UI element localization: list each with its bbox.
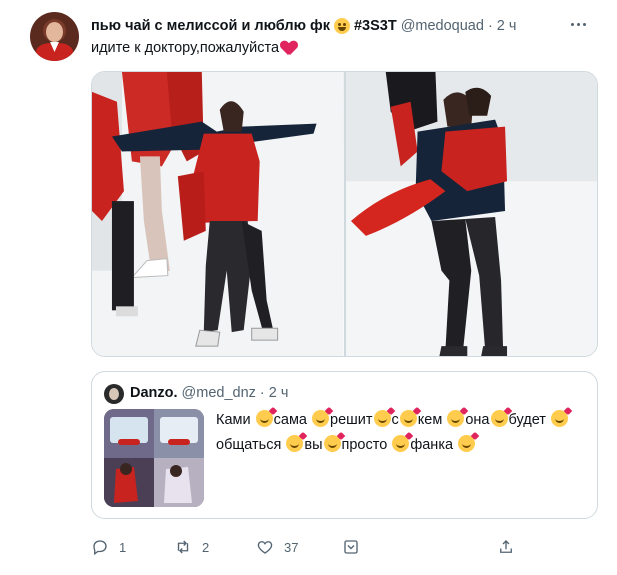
quoted-word: решит: [330, 412, 373, 428]
quoted-header: Danzo. @med_dnz · 2 ч: [130, 385, 288, 401]
retweet-icon: [177, 540, 189, 554]
quoted-word: вы: [304, 437, 323, 453]
smiling-face-with-hearts-emoji-icon: [392, 435, 410, 452]
reply-count: 1: [119, 539, 127, 555]
quoted-word: с: [391, 412, 399, 428]
quoted-media-thumbnail: [104, 409, 204, 507]
like-button[interactable]: 37: [256, 536, 298, 558]
tweet: пью чай с мелиссой и люблю фк #3S3T @med…: [0, 0, 617, 575]
smiling-face-with-hearts-emoji-icon: [550, 410, 568, 427]
retweet-button[interactable]: 2: [174, 536, 209, 558]
smiling-face-with-hearts-emoji-icon: [323, 435, 341, 452]
heart-icon: [257, 541, 273, 554]
media-photo-1[interactable]: [92, 72, 344, 356]
author-name[interactable]: пью чай с мелиссой и люблю фк: [91, 18, 330, 34]
quoted-word: она: [465, 412, 490, 428]
quoted-word: фанка: [410, 437, 454, 453]
red-heart-emoji-icon: [281, 41, 297, 56]
author-avatar[interactable]: [30, 12, 79, 61]
smiling-face-with-hearts-emoji-icon: [255, 410, 273, 427]
quoted-tweet[interactable]: Danzo. @med_dnz · 2 ч Ками сама решит с …: [91, 371, 598, 519]
quoted-word: кем: [417, 412, 443, 428]
quoted-word: будет: [508, 412, 546, 428]
tweet-actions: 1 2 37: [91, 536, 531, 558]
smiling-face-with-hearts-emoji-icon: [373, 410, 391, 427]
quoted-word: Ками: [216, 412, 251, 428]
header-separator: ·: [487, 18, 493, 34]
bookmark-icon: [344, 540, 358, 554]
smiling-face-with-hearts-emoji-icon: [490, 410, 508, 427]
quoted-author-name: Danzo.: [130, 385, 178, 401]
quoted-separator: ·: [259, 385, 265, 401]
share-button[interactable]: [497, 536, 515, 558]
tweet-text: идите к доктору,пожалуйста: [91, 40, 297, 56]
quoted-word: сама: [273, 412, 307, 428]
smiling-face-emoji-icon: [333, 18, 350, 34]
reply-icon: [93, 540, 107, 556]
tweet-text-content: идите к доктору,пожалуйста: [91, 40, 280, 56]
like-count: 37: [284, 539, 299, 555]
quoted-time: 2 ч: [268, 385, 289, 401]
tweet-header: пью чай с мелиссой и люблю фк #3S3T @med…: [91, 16, 516, 36]
media-photo-2[interactable]: [345, 72, 597, 356]
quoted-author-handle: @med_dnz: [181, 385, 256, 401]
quoted-text: Ками сама решит с кем она будет общаться вы…: [216, 408, 591, 458]
smiling-face-with-hearts-emoji-icon: [312, 410, 330, 427]
quoted-author-avatar: [104, 384, 124, 404]
author-handle[interactable]: @medoquad: [401, 18, 484, 34]
quoted-word: просто: [341, 437, 388, 453]
bookmark-button[interactable]: [342, 536, 360, 558]
smiling-face-with-hearts-emoji-icon: [447, 410, 465, 427]
retweet-count: 2: [202, 539, 210, 555]
smiling-face-with-hearts-emoji-icon: [286, 435, 304, 452]
tweet-time[interactable]: 2 ч: [497, 18, 517, 34]
more-options-icon[interactable]: [568, 14, 588, 34]
smiling-face-with-hearts-emoji-icon: [458, 435, 476, 452]
author-hashtag[interactable]: #3S3T: [354, 18, 397, 34]
share-icon: [500, 540, 512, 553]
tweet-media: [91, 71, 598, 357]
reply-button[interactable]: 1: [91, 536, 126, 558]
smiling-face-with-hearts-emoji-icon: [399, 410, 417, 427]
quoted-word: общаться: [216, 437, 282, 453]
